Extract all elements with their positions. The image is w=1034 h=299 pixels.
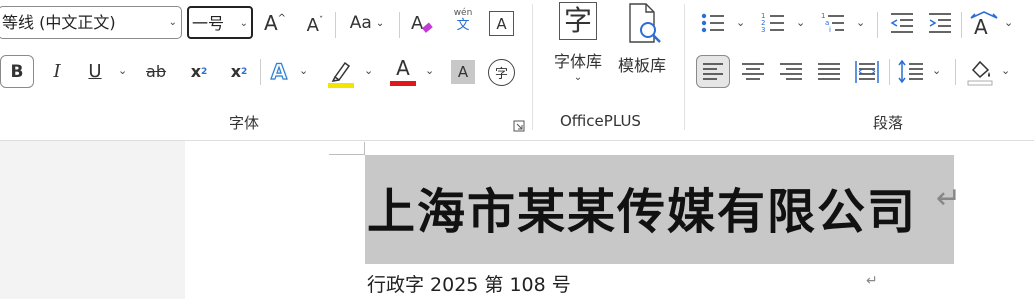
chinese-layout-button[interactable]: A ⌄ bbox=[968, 8, 1028, 39]
highlighter-icon bbox=[328, 61, 354, 88]
distributed-icon bbox=[855, 61, 879, 83]
chevron-down-icon: ⌄ bbox=[856, 16, 866, 29]
margin-corner-mark bbox=[329, 154, 365, 155]
template-search-icon bbox=[629, 3, 661, 43]
align-left-icon bbox=[703, 63, 723, 80]
character-shading-button[interactable]: A bbox=[451, 60, 475, 84]
align-right-icon bbox=[780, 63, 802, 80]
font-name-value: 等线 (中文正文) bbox=[2, 13, 116, 32]
paragraph-mark: ↵ bbox=[936, 181, 962, 216]
chevron-down-icon[interactable]: ⌄ bbox=[299, 64, 308, 77]
align-left-button[interactable] bbox=[696, 55, 730, 88]
chevron-down-icon[interactable]: ⌄ bbox=[425, 64, 434, 77]
paint-bucket-icon bbox=[967, 60, 993, 86]
svg-text:A: A bbox=[411, 13, 424, 34]
text-effects-button[interactable]: A bbox=[265, 55, 293, 88]
ribbon: 等线 (中文正文) ⌄ 一号 ⌄ A ^ Aˇ Aa ⌄ A wén 文 A B I… bbox=[0, 0, 1034, 141]
decrease-indent-icon bbox=[890, 13, 913, 33]
justify-button[interactable] bbox=[814, 56, 844, 87]
underline-button[interactable]: U bbox=[80, 55, 110, 88]
paragraph-shading-button[interactable]: ⌄ bbox=[965, 56, 1025, 87]
clear-formatting-icon: A bbox=[411, 13, 433, 34]
chevron-down-icon: ⌄ bbox=[932, 64, 942, 77]
character-border-button[interactable]: A bbox=[489, 11, 514, 36]
chevron-down-icon: ⌄ bbox=[239, 18, 248, 29]
italic-button[interactable]: I bbox=[42, 55, 72, 88]
svg-text:i: i bbox=[829, 26, 831, 34]
font-color-button[interactable]: A bbox=[388, 55, 418, 89]
shrink-font-button[interactable]: Aˇ bbox=[300, 10, 330, 40]
align-center-icon bbox=[742, 63, 764, 80]
svg-text:3: 3 bbox=[761, 26, 765, 34]
align-center-button[interactable] bbox=[738, 56, 768, 87]
paragraph-group-label: 段落 bbox=[873, 114, 904, 132]
chevron-down-icon: ⌄ bbox=[573, 72, 583, 83]
bullet-list-icon bbox=[701, 13, 724, 33]
enclose-characters-button[interactable]: 字 bbox=[488, 59, 515, 86]
font-library-icon: 字 bbox=[559, 2, 597, 40]
strikethrough-button[interactable]: ab bbox=[138, 55, 174, 88]
increase-indent-button[interactable] bbox=[926, 10, 954, 36]
decrease-indent-button[interactable] bbox=[888, 10, 916, 36]
chevron-down-icon[interactable]: ⌄ bbox=[118, 64, 127, 77]
font-size-value: 一号 bbox=[192, 14, 225, 33]
bullets-button[interactable]: ⌄ bbox=[700, 10, 750, 36]
clear-formatting-button[interactable]: A bbox=[407, 7, 437, 39]
font-group-label: 字体 bbox=[229, 114, 260, 132]
increase-indent-icon bbox=[929, 13, 951, 33]
multilevel-list-icon: 1 a i bbox=[821, 12, 844, 34]
highlight-color-button[interactable] bbox=[326, 57, 356, 89]
chevron-down-icon: ⌄ bbox=[1004, 16, 1014, 29]
distributed-button[interactable] bbox=[852, 56, 882, 87]
multilevel-list-button[interactable]: 1 a i ⌄ bbox=[820, 10, 870, 36]
bold-button[interactable]: B bbox=[0, 55, 34, 88]
template-library-button[interactable]: 模板库 bbox=[612, 2, 672, 82]
officeplus-group-label: OfficePLUS bbox=[560, 112, 641, 130]
chevron-down-icon: ⌄ bbox=[375, 17, 385, 29]
align-right-button[interactable] bbox=[776, 56, 806, 87]
chinese-layout-icon: A bbox=[970, 11, 998, 39]
chevron-down-icon[interactable]: ⌄ bbox=[364, 64, 373, 77]
font-size-select[interactable]: 一号 ⌄ bbox=[187, 6, 253, 39]
numbering-button[interactable]: 1 2 3 ⌄ bbox=[760, 10, 810, 36]
superscript-button[interactable]: x2 bbox=[223, 55, 255, 88]
chevron-down-icon: ⌄ bbox=[736, 16, 746, 29]
document-number[interactable]: 行政字 2025 第 108 号 bbox=[367, 270, 571, 297]
caret-down-icon: ˇ bbox=[318, 16, 324, 26]
numbered-list-icon: 1 2 3 bbox=[761, 12, 784, 34]
change-case-button[interactable]: Aa ⌄ bbox=[342, 8, 392, 38]
svg-text:A: A bbox=[974, 15, 988, 38]
font-library-button[interactable]: 字 字体库 ⌄ bbox=[548, 2, 608, 92]
dialog-launcher-icon[interactable] bbox=[513, 117, 525, 132]
margin-corner-mark bbox=[364, 142, 365, 155]
caret-up-icon: ^ bbox=[277, 12, 287, 24]
line-spacing-icon bbox=[898, 59, 923, 84]
subscript-button[interactable]: x2 bbox=[183, 55, 215, 88]
chevron-down-icon: ⌄ bbox=[1001, 64, 1011, 77]
justify-icon bbox=[818, 63, 840, 80]
chevron-down-icon: ⌄ bbox=[796, 16, 806, 29]
phonetic-guide-button[interactable]: wén 文 bbox=[448, 8, 478, 40]
paragraph-mark: ↵ bbox=[866, 273, 878, 289]
line-spacing-button[interactable]: ⌄ bbox=[896, 56, 946, 87]
chevron-down-icon: ⌄ bbox=[168, 17, 177, 28]
document-title[interactable]: 上海市某某传媒有限公司 bbox=[367, 172, 917, 242]
font-color-swatch bbox=[390, 81, 416, 86]
grow-font-button[interactable]: A ^ bbox=[260, 8, 290, 38]
font-name-select[interactable]: 等线 (中文正文) ⌄ bbox=[0, 6, 182, 39]
